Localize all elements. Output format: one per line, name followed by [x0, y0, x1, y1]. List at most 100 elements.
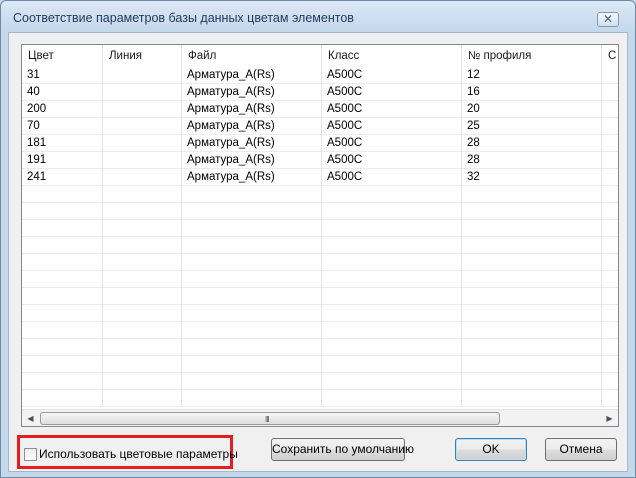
table-cell[interactable]	[22, 322, 103, 339]
table-cell[interactable]	[22, 220, 103, 237]
table-cell[interactable]	[322, 186, 462, 203]
table-cell[interactable]	[602, 390, 618, 407]
table-cell[interactable]	[182, 339, 322, 356]
table-cell[interactable]	[462, 186, 602, 203]
column-header-extra[interactable]: С	[602, 45, 618, 67]
table-cell[interactable]	[602, 271, 618, 288]
table-cell[interactable]	[602, 118, 618, 135]
table-cell[interactable]	[22, 390, 103, 407]
table-cell[interactable]	[22, 373, 103, 390]
table-cell[interactable]	[22, 339, 103, 356]
table-cell[interactable]	[103, 271, 182, 288]
table-cell[interactable]	[103, 288, 182, 305]
table-cell[interactable]	[103, 390, 182, 407]
table-cell[interactable]: Арматура_А(Rs)	[182, 135, 322, 152]
table-cell[interactable]	[322, 271, 462, 288]
table-cell[interactable]	[103, 373, 182, 390]
table-cell[interactable]	[182, 322, 322, 339]
table-cell[interactable]: 181	[22, 135, 103, 152]
table-cell[interactable]	[602, 322, 618, 339]
column-header-line[interactable]: Линия	[103, 45, 182, 67]
table-cell[interactable]	[22, 186, 103, 203]
table-cell[interactable]: Арматура_А(Rs)	[182, 84, 322, 101]
table-cell[interactable]	[322, 339, 462, 356]
table-cell[interactable]	[602, 186, 618, 203]
table-row-empty[interactable]	[22, 373, 618, 390]
table-cell[interactable]	[462, 339, 602, 356]
table-cell[interactable]: 28	[462, 135, 602, 152]
table-cell[interactable]	[602, 288, 618, 305]
table-row[interactable]: 241 Арматура_А(Rs) А500С 32	[22, 169, 618, 186]
table-cell[interactable]: Арматура_А(Rs)	[182, 101, 322, 118]
scroll-right-arrow-icon[interactable]: ▶	[601, 410, 618, 426]
table-cell[interactable]	[103, 84, 182, 101]
table-cell[interactable]	[462, 288, 602, 305]
table-row[interactable]: 200 Арматура_А(Rs) А500С 20	[22, 101, 618, 118]
table-cell[interactable]	[602, 169, 618, 186]
table-cell[interactable]: А500С	[322, 118, 462, 135]
table-cell[interactable]	[103, 254, 182, 271]
table-cell[interactable]: А500С	[322, 152, 462, 169]
table-cell[interactable]: Арматура_А(Rs)	[182, 169, 322, 186]
table-cell[interactable]	[22, 271, 103, 288]
table-row-empty[interactable]	[22, 305, 618, 322]
table-cell[interactable]	[602, 305, 618, 322]
table-cell[interactable]	[602, 339, 618, 356]
table-cell[interactable]	[602, 356, 618, 373]
table-cell[interactable]: Арматура_А(Rs)	[182, 67, 322, 84]
table-cell[interactable]: Арматура_А(Rs)	[182, 152, 322, 169]
table-cell[interactable]	[22, 356, 103, 373]
scroll-left-arrow-icon[interactable]: ◀	[22, 410, 39, 426]
use-color-params-label[interactable]: Использовать цветовые параметры	[39, 447, 238, 461]
table-cell[interactable]	[322, 288, 462, 305]
table-row[interactable]: 40 Арматура_А(Rs) А500С 16	[22, 84, 618, 101]
table-cell[interactable]	[103, 322, 182, 339]
table-cell[interactable]	[22, 305, 103, 322]
ok-button[interactable]: OK	[455, 438, 527, 461]
table-cell[interactable]: 200	[22, 101, 103, 118]
table-cell[interactable]: 241	[22, 169, 103, 186]
scrollbar-thumb[interactable]: III	[40, 412, 500, 425]
table-row[interactable]: 70 Арматура_А(Rs) А500С 25	[22, 118, 618, 135]
table-cell[interactable]	[103, 152, 182, 169]
table-row-empty[interactable]	[22, 288, 618, 305]
horizontal-scrollbar[interactable]: ◀ III ▶	[22, 409, 618, 426]
table-cell[interactable]	[182, 356, 322, 373]
table-cell[interactable]	[103, 101, 182, 118]
use-color-params-option[interactable]: Использовать цветовые параметры	[17, 435, 238, 469]
table-cell[interactable]	[602, 67, 618, 84]
table-cell[interactable]	[462, 254, 602, 271]
table-cell[interactable]	[462, 322, 602, 339]
table-cell[interactable]	[322, 373, 462, 390]
use-color-params-checkbox[interactable]	[24, 448, 37, 461]
table-cell[interactable]	[103, 356, 182, 373]
table-cell[interactable]: 31	[22, 67, 103, 84]
table-cell[interactable]	[322, 322, 462, 339]
table-row[interactable]: 181 Арматура_А(Rs) А500С 28	[22, 135, 618, 152]
table-cell[interactable]	[103, 237, 182, 254]
table-cell[interactable]: А500С	[322, 101, 462, 118]
table-cell[interactable]	[182, 254, 322, 271]
close-button[interactable]: ✕	[597, 12, 619, 27]
table-row-empty[interactable]	[22, 186, 618, 203]
table-row[interactable]: 31 Арматура_А(Rs) А500С 12	[22, 67, 618, 84]
table-cell[interactable]: 191	[22, 152, 103, 169]
table-cell[interactable]	[182, 220, 322, 237]
table-cell[interactable]	[462, 390, 602, 407]
table-cell[interactable]	[602, 203, 618, 220]
table-row-empty[interactable]	[22, 237, 618, 254]
table-cell[interactable]	[103, 118, 182, 135]
column-header-profile[interactable]: № профиля	[462, 45, 602, 67]
table-row-empty[interactable]	[22, 254, 618, 271]
table-cell[interactable]	[103, 339, 182, 356]
table-row-empty[interactable]	[22, 220, 618, 237]
table-cell[interactable]	[602, 101, 618, 118]
table-cell[interactable]	[462, 373, 602, 390]
column-header-class[interactable]: Класс	[322, 45, 462, 67]
table-row-empty[interactable]	[22, 271, 618, 288]
table-row-empty[interactable]	[22, 322, 618, 339]
table-cell[interactable]	[602, 373, 618, 390]
table-cell[interactable]	[462, 237, 602, 254]
table-cell[interactable]	[602, 152, 618, 169]
table-cell[interactable]	[182, 390, 322, 407]
